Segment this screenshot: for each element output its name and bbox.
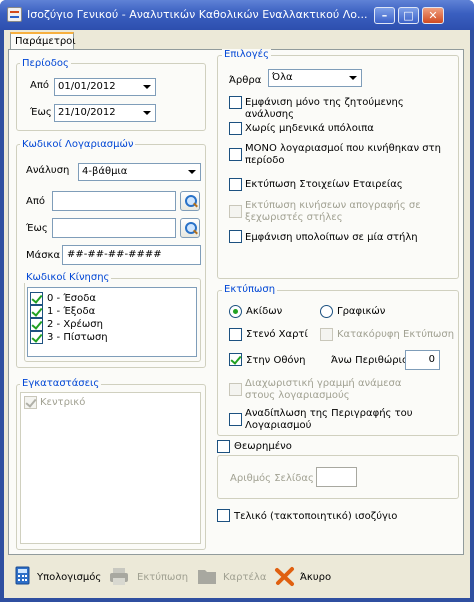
chevron-down-icon[interactable] <box>139 80 154 94</box>
separator-line-label: Διαχωριστική γραμμή ανάμεσα στους λογαρι… <box>245 378 402 401</box>
radio-graphic[interactable] <box>320 305 333 318</box>
chevron-down-icon[interactable] <box>139 106 154 120</box>
chevron-down-icon[interactable] <box>345 71 360 85</box>
top-margin-input[interactable]: 0 <box>405 350 440 370</box>
analysis-label: Ανάλυση <box>26 165 70 176</box>
calculator-icon <box>15 566 30 585</box>
option-checkbox[interactable] <box>229 178 242 191</box>
installations-list <box>20 392 201 544</box>
window-title: Ισοζύγιο Γενικού - Αναλυτικών Καθολικών … <box>27 8 367 21</box>
movement-code-label: 1 - Έξοδα <box>47 306 96 317</box>
on-screen-label: Στην Οθόνη <box>246 355 306 366</box>
account-to-label: Έως <box>26 223 48 234</box>
cancel-button[interactable]: Άκυρο <box>300 565 331 591</box>
radio-plain[interactable] <box>229 305 242 318</box>
page-number-input[interactable] <box>316 467 357 487</box>
page-number-label: Αριθμός Σελίδας <box>230 473 314 484</box>
cancel-icon <box>275 567 294 586</box>
fold-description-checkbox[interactable] <box>229 413 242 426</box>
analysis-value: 4-βάθμια <box>82 166 128 177</box>
period-to-value: 21/10/2012 <box>58 107 116 118</box>
option-label: Εμφάνιση υπολοίπων σε μία στήλη <box>245 232 418 243</box>
installation-checkbox[interactable] <box>24 396 37 409</box>
option-checkbox[interactable] <box>229 230 242 243</box>
analysis-select[interactable]: 4-βάθμια <box>78 163 201 181</box>
option-label: Εκτύπωση Στοιχείων Εταιρείας <box>245 179 403 190</box>
card-button[interactable]: Καρτέλα <box>223 565 266 591</box>
on-screen-checkbox[interactable] <box>229 353 242 366</box>
movement-code-checkbox[interactable] <box>30 331 43 344</box>
option-label: Χωρίς μηδενικά υπόλοιπα <box>245 123 374 134</box>
articles-select[interactable]: Όλα <box>268 69 362 87</box>
option-checkbox[interactable] <box>229 96 242 109</box>
tab-parameters[interactable]: Παράμετροι <box>10 32 76 50</box>
narrow-paper-checkbox[interactable] <box>229 328 242 341</box>
mask-label: Μάσκα <box>26 250 61 261</box>
vertical-print-label: Κατακόρυφη Εκτύπωση <box>337 329 455 340</box>
certified-checkbox[interactable] <box>217 440 230 453</box>
chevron-down-icon[interactable] <box>184 165 199 179</box>
account-from-input[interactable] <box>52 191 176 211</box>
close-button[interactable]: ✕ <box>422 7 444 24</box>
narrow-paper-label: Στενό Χαρτί <box>246 329 308 340</box>
account-from-label: Από <box>26 196 45 207</box>
period-from-date[interactable]: 01/01/2012 <box>54 78 156 96</box>
radio-plain-label: Ακίδων <box>246 306 283 317</box>
certified-label: Θεωρημένο <box>234 441 292 452</box>
radio-graphic-label: Γραφικών <box>337 306 386 317</box>
period-to-label: Έως <box>30 107 52 118</box>
movement-code-label: 0 - Έσοδα <box>47 293 96 304</box>
period-from-label: Από <box>30 80 49 91</box>
period-from-value: 01/01/2012 <box>58 81 116 92</box>
top-margin-label: Άνω Περιθώριο <box>331 355 409 366</box>
option-label: Εκτύπωση κινήσεων απογραφής σε ξεχωριστέ… <box>245 200 421 223</box>
accounts-label: Κωδικοί Λογαριασμών <box>20 139 136 150</box>
maximize-button[interactable]: □ <box>398 7 419 24</box>
folder-icon <box>198 570 216 584</box>
search-icon[interactable] <box>180 191 200 211</box>
movement-code-label: 2 - Χρέωση <box>47 319 103 330</box>
movement-codes-label: Κωδικοί Κίνησης <box>24 272 112 283</box>
title-bar[interactable]: Ισοζύγιο Γενικού - Αναλυτικών Καθολικών … <box>0 0 474 30</box>
movement-code-label: 3 - Πίστωση <box>47 332 108 343</box>
app-icon <box>7 7 22 22</box>
installation-label: Κεντρικό <box>40 397 86 408</box>
option-checkbox[interactable] <box>229 205 242 218</box>
final-balance-label: Τελικό (τακτοποιητικό) ισοζύγιο <box>234 511 398 522</box>
calculate-button[interactable]: Υπολογισμός <box>37 565 101 591</box>
option-checkbox[interactable] <box>229 148 242 161</box>
period-to-date[interactable]: 21/10/2012 <box>54 104 156 122</box>
movement-code-checkbox[interactable] <box>30 305 43 318</box>
option-checkbox[interactable] <box>229 122 242 135</box>
articles-label: Άρθρα <box>229 75 262 86</box>
account-to-input[interactable] <box>52 218 176 238</box>
movement-code-checkbox[interactable] <box>30 292 43 305</box>
printer-icon <box>110 568 128 585</box>
minimize-button[interactable]: – <box>374 7 395 24</box>
period-label: Περίοδος <box>20 58 71 69</box>
installations-label: Εγκαταστάσεις <box>20 378 102 389</box>
option-label: Εμφάνιση μόνο της ζητούμενης ανάλυσης <box>245 97 404 120</box>
printing-label: Εκτύπωση <box>222 284 278 295</box>
final-balance-checkbox[interactable] <box>217 509 230 522</box>
articles-value: Όλα <box>272 72 293 83</box>
vertical-print-checkbox[interactable] <box>320 328 333 341</box>
fold-description-label: Αναδίπλωση της Περιγραφής του Λογαριασμο… <box>245 408 413 431</box>
search-icon[interactable] <box>180 218 200 238</box>
options-group <box>217 55 459 279</box>
separator-line-checkbox[interactable] <box>229 383 242 396</box>
option-label: ΜΟΝΟ λογαριασμοί που κινήθηκαν στη περίο… <box>245 143 441 166</box>
movement-code-checkbox[interactable] <box>30 318 43 331</box>
print-button[interactable]: Εκτύπωση <box>137 565 188 591</box>
mask-input[interactable]: ##-##-##-#### <box>62 245 201 265</box>
options-label: Επιλογές <box>222 49 271 60</box>
